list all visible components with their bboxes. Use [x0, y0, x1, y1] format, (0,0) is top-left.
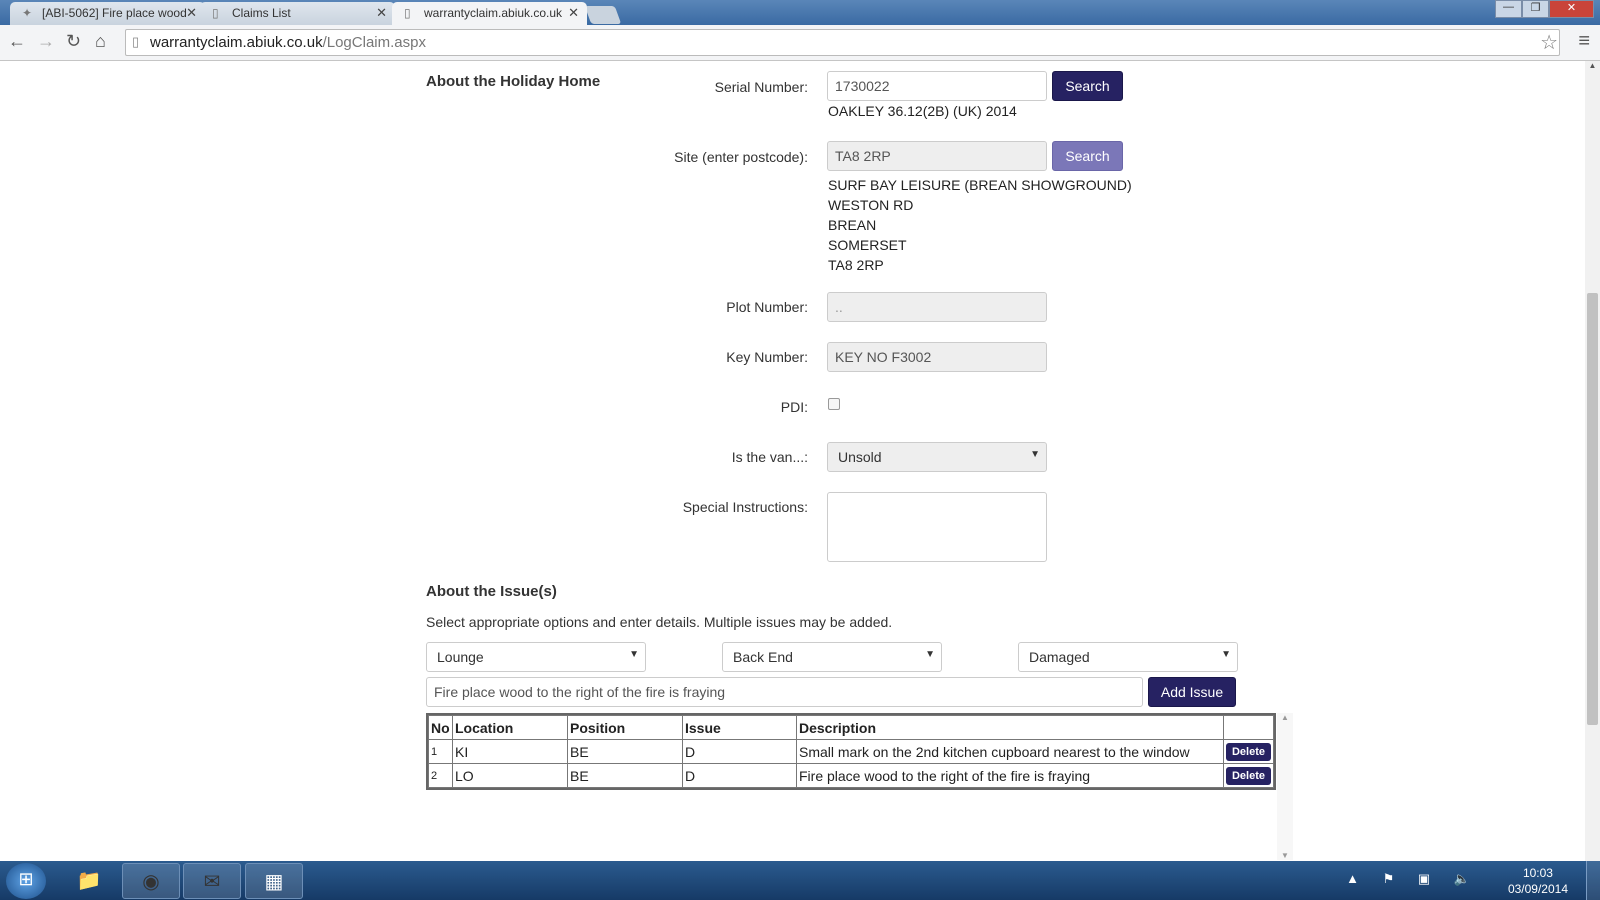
dropdown-arrow-icon: ▼	[629, 649, 639, 660]
new-tab-button[interactable]	[584, 6, 622, 24]
minimize-button[interactable]: —	[1495, 0, 1522, 18]
table-row: 2 LO BE D Fire place wood to the right o…	[428, 763, 1275, 788]
serial-label: Serial Number:	[714, 79, 808, 95]
close-tab-icon[interactable]: ✕	[186, 5, 197, 21]
page-content: About the Holiday Home Serial Number: 17…	[0, 61, 1585, 861]
serial-input[interactable]: 1730022	[827, 71, 1047, 101]
tab-strip: ✦ [ABI-5062] Fire place wood ✕ ▯ Claims Lis…	[0, 0, 1600, 25]
model-text: OAKLEY 36.12(2B) (UK) 2014	[828, 103, 1017, 119]
dropdown-arrow-icon: ▼	[925, 649, 935, 660]
close-tab-icon[interactable]: ✕	[568, 5, 579, 21]
delete-button[interactable]: Delete	[1225, 743, 1271, 761]
issue-description-input[interactable]: Fire place wood to the right of the fire…	[426, 677, 1143, 707]
menu-icon[interactable]: ≡	[1578, 30, 1590, 53]
table-row: 1 KI BE D Small mark on the 2nd kitchen …	[428, 739, 1275, 764]
system-tray[interactable]: ▲ ⚑ ▣ 🔈	[1346, 871, 1480, 887]
table-header-row: No Location Position Issue Description	[428, 715, 1275, 740]
site-search-button[interactable]: Search	[1052, 141, 1123, 171]
special-instructions-textarea[interactable]	[827, 492, 1047, 562]
jira-icon: ✦	[22, 6, 33, 20]
position-select[interactable]: Back End ▼	[722, 642, 942, 672]
chrome-icon[interactable]: ◉	[122, 863, 180, 899]
start-button[interactable]: ⊞	[6, 863, 46, 899]
tab-warrantyclaim[interactable]: ▯ warrantyclaim.abiuk.co.uk ✕	[392, 2, 587, 25]
add-issue-button[interactable]: Add Issue	[1148, 677, 1236, 707]
van-status-select[interactable]: Unsold ▼	[827, 442, 1047, 472]
plot-input[interactable]: ..	[827, 292, 1047, 322]
close-tab-icon[interactable]: ✕	[376, 5, 387, 21]
browser-toolbar: ← → ↻ ⌂ ▯ warrantyclaim.abiuk.co.uk/LogCl…	[0, 25, 1600, 61]
show-desktop-button[interactable]	[1586, 861, 1600, 900]
tab-jira[interactable]: ✦ [ABI-5062] Fire place wood ✕	[10, 2, 205, 25]
pdi-label: PDI:	[780, 399, 808, 415]
page-icon: ▯	[404, 6, 411, 20]
reload-icon[interactable]: ↻	[66, 31, 81, 52]
forward-icon[interactable]: →	[37, 31, 55, 52]
page-scrollbar-thumb[interactable]	[1587, 293, 1598, 725]
delete-button[interactable]: Delete	[1225, 767, 1271, 785]
serial-search-button[interactable]: Search	[1052, 71, 1123, 101]
back-icon[interactable]: ←	[8, 31, 26, 52]
clock[interactable]: 10:03 03/09/2014	[1508, 865, 1568, 897]
maximize-button[interactable]: ❐	[1522, 0, 1549, 18]
van-label: Is the van...:	[731, 449, 808, 465]
tab-claims-list[interactable]: ▯ Claims List ✕	[200, 2, 395, 25]
issues-instructions: Select appropriate options and enter det…	[426, 614, 893, 630]
dropdown-arrow-icon: ▼	[1030, 449, 1040, 460]
calculator-app-icon[interactable]: ▦	[245, 863, 303, 899]
explorer-icon[interactable]: 📁	[60, 863, 118, 899]
plot-label: Plot Number:	[726, 299, 808, 315]
taskbar: ⊞ 📁 ◉ ✉ ▦ ▲ ⚑ ▣ 🔈 10:03 03/09/2014	[0, 861, 1600, 900]
site-input[interactable]: TA8 2RP	[827, 141, 1047, 171]
address-bar[interactable]: ▯ warrantyclaim.abiuk.co.uk/LogClaim.aspx	[125, 29, 1560, 56]
issues-table-container: No Location Position Issue Description 1…	[426, 713, 1276, 790]
issues-table: No Location Position Issue Description 1…	[428, 715, 1275, 788]
outlook-icon[interactable]: ✉	[183, 863, 241, 899]
table-scrollbar[interactable]: ▲ ▼	[1277, 713, 1293, 860]
special-instructions-label: Special Instructions:	[682, 499, 808, 515]
home-icon[interactable]: ⌂	[95, 31, 106, 52]
issues-heading: About the Issue(s)	[426, 583, 557, 600]
site-label: Site (enter postcode):	[674, 149, 808, 165]
page-icon: ▯	[132, 34, 140, 49]
bookmark-star-icon[interactable]: ☆	[1540, 30, 1558, 55]
site-address: SURF BAY LEISURE (BREAN SHOWGROUND) WEST…	[828, 177, 1132, 273]
close-window-button[interactable]: ✕	[1549, 0, 1594, 18]
issue-type-select[interactable]: Damaged ▼	[1018, 642, 1238, 672]
pdi-checkbox[interactable]	[828, 398, 840, 410]
dropdown-arrow-icon: ▼	[1221, 649, 1231, 660]
location-select[interactable]: Lounge ▼	[426, 642, 646, 672]
key-input[interactable]: KEY NO F3002	[827, 342, 1047, 372]
page-icon: ▯	[212, 6, 219, 20]
window-controls: — ❐ ✕	[1495, 0, 1594, 18]
key-label: Key Number:	[726, 349, 808, 365]
